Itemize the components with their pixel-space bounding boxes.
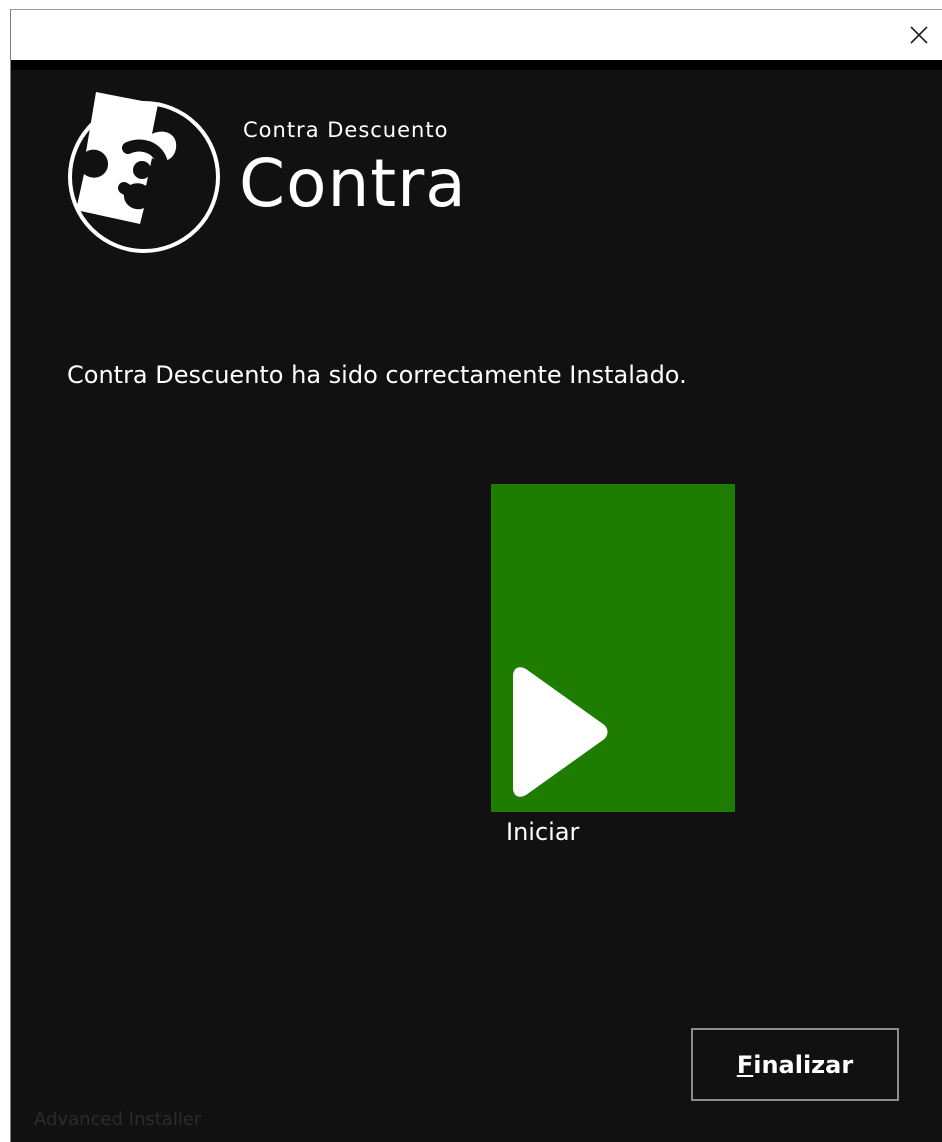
play-icon (513, 667, 608, 797)
puzzle-disc-logo-icon (68, 92, 220, 253)
close-button[interactable] (896, 10, 942, 60)
app-title: Contra (239, 145, 467, 222)
installer-brand: Advanced Installer (34, 1109, 202, 1130)
install-success-message: Contra Descuento ha sido correctamente I… (67, 361, 687, 389)
finish-button[interactable]: Finalizar (691, 1028, 899, 1101)
title-bar (11, 10, 942, 60)
app-subtitle: Contra Descuento (243, 118, 449, 142)
finish-button-label: inalizar (753, 1050, 854, 1079)
finish-button-mnemonic: F (736, 1050, 754, 1079)
launch-tile[interactable] (491, 484, 735, 812)
close-icon (910, 26, 928, 44)
launch-label[interactable]: Iniciar (506, 818, 579, 846)
header-band (11, 60, 942, 70)
installer-window: Contra Descuento Contra Contra Descuento… (10, 9, 942, 1142)
